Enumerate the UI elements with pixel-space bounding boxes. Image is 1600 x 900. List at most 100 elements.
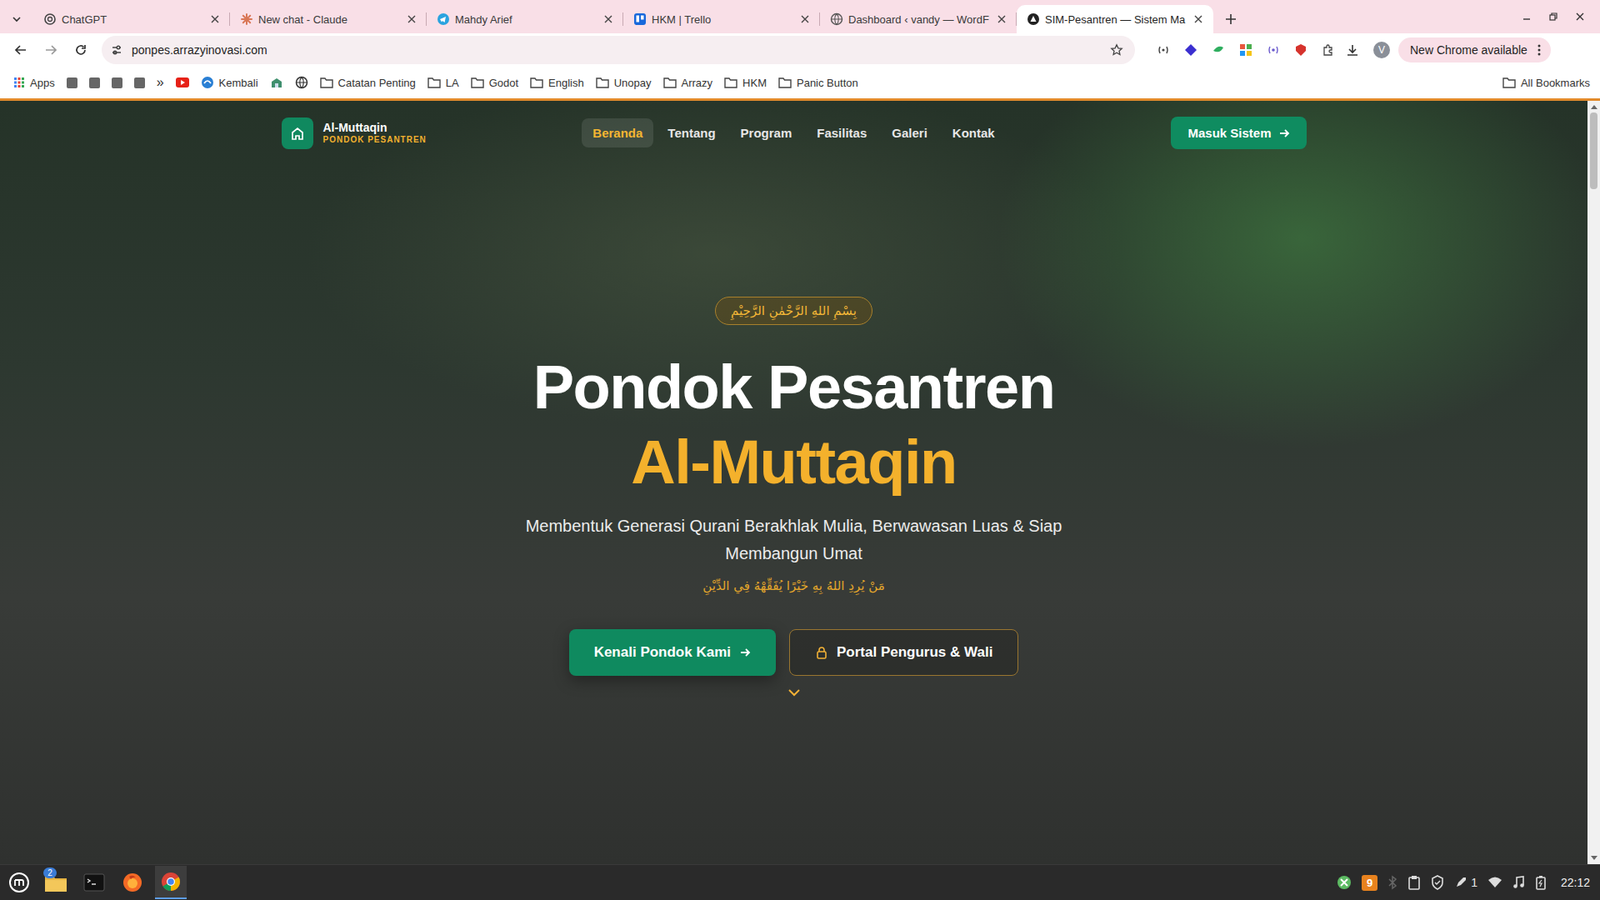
bookmark-item[interactable]: Catatan Penting [320, 76, 416, 90]
browser-tab[interactable]: Dashboard ‹ vandy — WordF [820, 5, 1017, 34]
bookmark-item[interactable]: Apps [13, 76, 55, 90]
nav-link[interactable]: Fasilitas [805, 118, 878, 148]
back-icon[interactable] [8, 37, 34, 63]
bookmark-item[interactable]: HKM [724, 76, 767, 90]
all-bookmarks[interactable]: All Bookmarks [1502, 76, 1590, 90]
taskbar-app[interactable] [78, 865, 110, 900]
scroll-down-icon[interactable] [786, 687, 802, 698]
hero-content: بِسْمِ اللهِ الرَّحْمٰنِ الرَّحِيْمِ Pon… [494, 165, 1095, 698]
bookmark-icon[interactable] [111, 77, 123, 89]
bookmark-item[interactable]: LA [427, 76, 460, 90]
system-tray: 9 1 22:12 [1336, 875, 1590, 891]
nav-link[interactable]: Program [730, 118, 804, 148]
notifications[interactable]: 1 [1454, 875, 1478, 890]
nav-link[interactable]: Beranda [581, 118, 654, 148]
about-button[interactable]: Kenali Pondok Kami [569, 629, 776, 676]
close-tab-icon[interactable] [405, 12, 419, 26]
nav-link[interactable]: Kontak [941, 118, 1006, 148]
extension-icon[interactable] [1211, 43, 1225, 57]
clipboard-icon[interactable] [1407, 875, 1421, 890]
xapp-icon[interactable] [1336, 875, 1352, 890]
close-tab-icon[interactable] [995, 12, 1009, 26]
taskbar-app[interactable] [116, 865, 149, 900]
globe-icon[interactable] [295, 75, 309, 90]
arrow-right-icon [1278, 127, 1290, 140]
battery-icon[interactable] [1534, 875, 1548, 890]
folder-icon [320, 76, 334, 89]
update-count[interactable]: 9 [1361, 875, 1378, 891]
extension-icon[interactable] [1266, 43, 1280, 57]
bluetooth-icon[interactable] [1387, 875, 1398, 890]
browser-tab[interactable]: ChatGPT [33, 5, 230, 34]
browser-tab[interactable]: HKM | Trello [623, 5, 820, 34]
apps-grid-icon [13, 76, 25, 89]
scrollbar-thumb[interactable] [1590, 112, 1598, 190]
folder-icon [595, 76, 610, 89]
bookmark-item[interactable]: Godot [470, 76, 519, 90]
bookmark-icon[interactable] [66, 77, 78, 89]
brand[interactable]: Al-Muttaqin PONDOK PESANTREN [281, 117, 583, 150]
extension-icon[interactable]: . [1156, 43, 1170, 57]
shield-icon[interactable] [1430, 875, 1445, 890]
scrollbar[interactable] [1587, 100, 1600, 865]
mint-menu-icon[interactable] [5, 868, 34, 897]
minimize-icon[interactable] [1521, 11, 1532, 22]
extension-icon[interactable] [1184, 43, 1198, 57]
hero-section: Al-Muttaqin PONDOK PESANTREN BerandaTent… [0, 100, 1588, 865]
music-icon[interactable] [1512, 875, 1525, 890]
profile-avatar[interactable]: V [1373, 41, 1390, 59]
bookmark-item[interactable]: Arrazy [663, 76, 714, 90]
download-icon[interactable] [1340, 37, 1365, 63]
browser-tab[interactable]: SIM-Pesantren — Sistem Ma [1016, 5, 1214, 34]
bookmark-icon[interactable] [134, 77, 145, 89]
portal-button[interactable]: Portal Pengurus & Wali [789, 629, 1019, 676]
hadith-quote: مَنْ يُرِدِ اللهُ بِهِ خَيْرًا يُفَقِّهْ… [702, 574, 885, 598]
mosque-logo-icon [281, 117, 314, 150]
bookmarks-overflow[interactable]: » [156, 75, 165, 90]
browser-tab[interactable]: New chat - Claude [230, 5, 427, 34]
bookmark-item[interactable]: English [530, 76, 585, 90]
site-info-icon[interactable] [110, 43, 124, 57]
browser-tab[interactable]: Mahdy Arief [426, 5, 624, 34]
hero-subtitle: Membentuk Generasi Qurani Berakhlak Muli… [494, 512, 1095, 568]
bookmark-star-icon[interactable] [1110, 43, 1124, 57]
folder-icon [470, 76, 485, 89]
close-tab-icon[interactable] [798, 12, 812, 26]
new-tab-icon[interactable] [1218, 5, 1244, 34]
close-tab-icon[interactable] [601, 12, 615, 26]
nav-link[interactable]: Galeri [880, 118, 939, 148]
hero-buttons: Kenali Pondok Kami Portal Pengurus & Wal… [569, 629, 1020, 676]
bookmark-item[interactable]: Panic Button [778, 76, 859, 90]
taskbar-app[interactable] [155, 865, 187, 900]
close-window-icon[interactable] [1575, 11, 1585, 22]
close-tab-icon[interactable] [1191, 12, 1205, 26]
reload-icon[interactable] [68, 37, 94, 63]
nav-link[interactable]: Tentang [656, 118, 726, 148]
address-bar[interactable]: ponpes.arrazyinovasi.com [101, 35, 1135, 65]
building-icon[interactable] [270, 75, 284, 90]
update-button[interactable]: New Chrome available [1398, 37, 1551, 63]
clock[interactable]: 22:12 [1560, 875, 1590, 890]
favicon-icon [43, 12, 57, 26]
tab-search-icon[interactable] [6, 5, 27, 34]
folder-icon [530, 76, 544, 89]
rocket-icon [1454, 875, 1468, 890]
arrow-right-icon [739, 646, 751, 659]
extension-icon[interactable] [1294, 43, 1308, 57]
window-controls [1521, 0, 1600, 34]
restore-icon[interactable] [1548, 11, 1559, 22]
link-icon [200, 75, 215, 90]
bookmark-icon[interactable] [89, 77, 100, 89]
bookmark-item[interactable]: Kembali [200, 75, 259, 90]
taskbar-app[interactable]: 2 [40, 865, 72, 900]
bookmark-item[interactable]: Unopay [595, 76, 652, 90]
extensions-puzzle-icon[interactable] [1321, 43, 1335, 57]
forward-icon[interactable] [38, 37, 64, 63]
wifi-icon[interactable] [1487, 875, 1503, 890]
extension-icon[interactable] [1239, 43, 1253, 57]
close-tab-icon[interactable] [208, 12, 222, 26]
favicon-icon [240, 12, 254, 26]
menu-icon [1537, 44, 1541, 56]
login-button[interactable]: Masuk Sistem [1170, 116, 1306, 150]
youtube-icon[interactable] [175, 77, 190, 88]
